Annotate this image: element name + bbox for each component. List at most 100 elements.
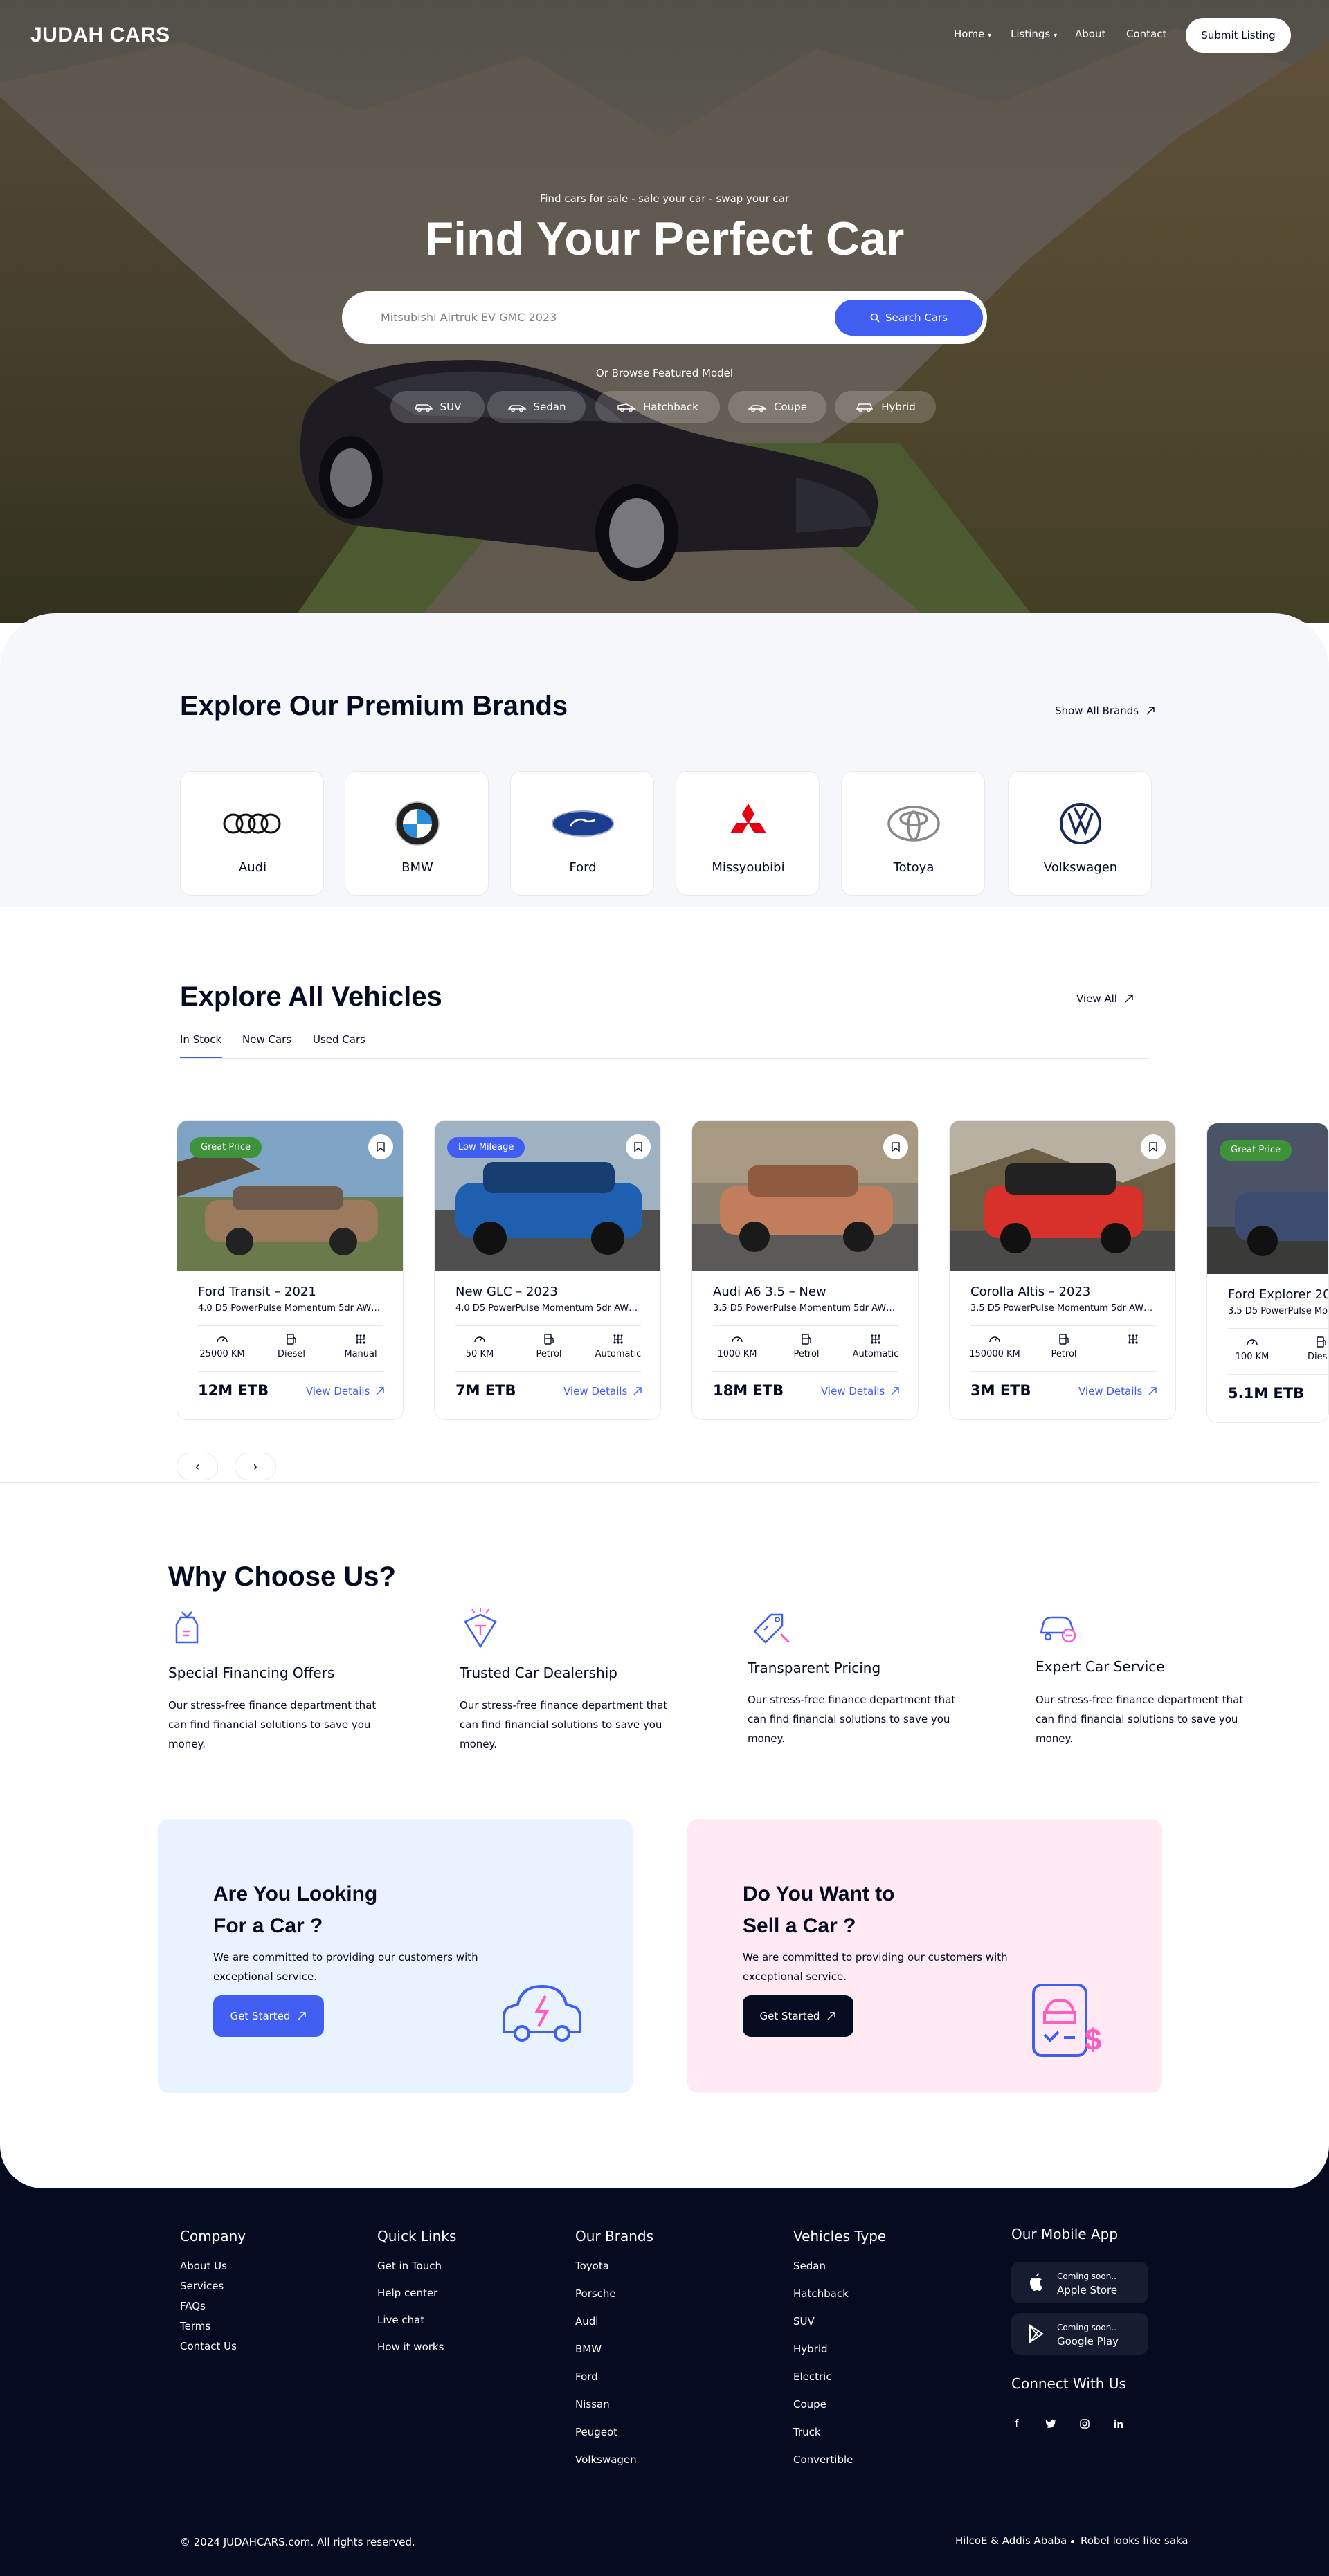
nav-home[interactable]: Home ▾ — [954, 28, 991, 40]
vehicle-card[interactable]: Low Mileage New GLC – 2023 4.0 D5 PowerP… — [434, 1120, 661, 1420]
tab-used-cars[interactable]: Used Cars — [313, 1033, 365, 1046]
footer-connect-title: Connect With Us — [1011, 2375, 1126, 2392]
speedometer-icon — [732, 1336, 743, 1343]
footer-link[interactable]: How it works — [377, 2341, 444, 2353]
fuel-spec: Petrol — [1033, 1330, 1095, 1359]
vehicle-spec: 3.5 D5 PowerPulse Momentum 5dr AW… — [1228, 1306, 1328, 1316]
bookmark-button[interactable] — [1141, 1134, 1166, 1159]
site-logo[interactable]: JUDAH CARS — [30, 24, 170, 47]
footer-link[interactable]: Truck — [793, 2426, 821, 2438]
google-play-button[interactable]: Coming soon.. Google Play — [1011, 2313, 1148, 2355]
show-all-brands-link[interactable]: Show All Brands — [1055, 705, 1155, 717]
footer-link[interactable]: Audi — [575, 2315, 598, 2328]
facebook-icon[interactable]: f — [1004, 2411, 1029, 2436]
view-details-link[interactable]: View Details — [1078, 1385, 1157, 1397]
arrow-up-right-icon — [1148, 1387, 1157, 1395]
footer-link[interactable]: Live chat — [377, 2314, 424, 2326]
footer-link[interactable]: SUV — [793, 2315, 815, 2328]
footer-link[interactable]: Volkswagen — [575, 2453, 637, 2466]
fuel-spec: Diesel — [1290, 1332, 1328, 1362]
submit-listing-button[interactable]: Submit Listing — [1186, 18, 1291, 53]
brand-card-audi[interactable]: Audi — [180, 771, 324, 896]
buy-car-promo: Are You Looking For a Car ? We are commit… — [158, 1819, 633, 2093]
carousel-next-button[interactable]: › — [235, 1453, 276, 1480]
footer-link[interactable]: Ford — [575, 2370, 598, 2383]
twitter-icon[interactable] — [1038, 2411, 1063, 2436]
nav-about[interactable]: About — [1075, 28, 1105, 40]
brand-card-volkswagen[interactable]: Volkswagen — [1008, 771, 1152, 896]
brand-card-bmw[interactable]: BMW — [345, 771, 489, 896]
chip-sedan[interactable]: Sedan — [487, 391, 586, 423]
apple-store-button[interactable]: Coming soon.. Apple Store — [1011, 2262, 1148, 2303]
instagram-icon[interactable] — [1072, 2411, 1097, 2436]
tab-in-stock[interactable]: In Stock — [180, 1033, 222, 1046]
search-button[interactable]: Search Cars — [835, 300, 983, 336]
chip-hybrid[interactable]: Hybrid — [835, 391, 936, 423]
arrow-up-right-icon — [827, 2012, 836, 2020]
footer-link[interactable]: Electric — [793, 2370, 832, 2383]
get-started-button[interactable]: Get Started — [213, 1995, 324, 2037]
vehicle-card[interactable]: Audi A6 3.5 – New 3.5 D5 PowerPulse Mome… — [691, 1120, 919, 1420]
search-input[interactable]: Mitsubishi Airtruk EV GMC 2023 — [381, 296, 557, 340]
footer-link[interactable]: Services — [180, 2280, 224, 2292]
fuel-icon — [1317, 1336, 1326, 1348]
toyota-logo-icon — [879, 799, 948, 848]
why-item-desc: Our stress-free finance department that … — [748, 1694, 956, 1745]
get-started-button[interactable]: Get Started — [743, 1995, 853, 2037]
linkedin-icon[interactable] — [1106, 2411, 1131, 2436]
chip-hatchback[interactable]: Hatchback — [595, 391, 720, 423]
footer-company-title: Company — [180, 2228, 246, 2244]
bookmark-button[interactable] — [883, 1134, 908, 1159]
view-all-link[interactable]: View All — [1076, 992, 1134, 1005]
fuel-icon — [544, 1334, 554, 1345]
chip-coupe[interactable]: Coupe — [728, 391, 826, 423]
footer-link[interactable]: Help center — [377, 2287, 437, 2299]
divider — [1228, 1328, 1328, 1329]
arrow-up-right-icon — [1146, 707, 1155, 715]
divider — [198, 1371, 383, 1372]
vehicle-card[interactable]: Corolla Altis – 2023 3.5 D5 PowerPulse M… — [949, 1120, 1176, 1420]
vehicle-spec: 4.0 D5 PowerPulse Momentum 5dr AW… — [198, 1303, 381, 1314]
view-details-link[interactable]: View Details — [821, 1385, 900, 1397]
brand-card-mitsubishi[interactable]: Missyoubibi — [676, 771, 820, 896]
chip-suv[interactable]: SUV — [390, 391, 485, 423]
google-play-icon — [1029, 2324, 1044, 2343]
brand-card-toyota[interactable]: Totoya — [841, 771, 985, 896]
divider — [970, 1325, 1156, 1326]
transmission-spec: Automatic — [587, 1330, 649, 1359]
why-item-title: Expert Car Service — [1036, 1658, 1165, 1675]
vehicles-title: Explore All Vehicles — [180, 981, 442, 1012]
carousel-prev-button[interactable]: ‹ — [177, 1453, 218, 1480]
vehicle-card[interactable]: Great Price Ford Explorer 2023 3.5 D5 Po… — [1206, 1123, 1329, 1423]
footer-link[interactable]: Contact Us — [180, 2340, 237, 2352]
footer-link[interactable]: Convertible — [793, 2453, 853, 2466]
audi-logo-icon — [218, 799, 287, 848]
footer-link[interactable]: Peugeot — [575, 2426, 617, 2438]
footer-link[interactable]: Terms — [180, 2320, 210, 2332]
bookmark-button[interactable] — [626, 1134, 651, 1159]
footer-link[interactable]: Get in Touch — [377, 2260, 442, 2272]
tab-new-cars[interactable]: New Cars — [242, 1033, 291, 1046]
copyright-text: © 2024 JUDAHCARS.com. All rights reserve… — [180, 2536, 415, 2548]
hybrid-icon — [856, 403, 874, 412]
chevron-down-icon: ▾ — [988, 32, 992, 39]
nav-contact[interactable]: Contact — [1126, 28, 1166, 40]
nav-listings[interactable]: Listings ▾ — [1011, 28, 1057, 40]
bookmark-button[interactable] — [368, 1134, 393, 1159]
vehicle-card[interactable]: Great Price Ford Transit – 2021 4.0 D5 P… — [177, 1120, 404, 1420]
volkswagen-logo-icon — [1046, 799, 1115, 848]
view-details-link[interactable]: View Details — [306, 1385, 385, 1397]
divider — [713, 1325, 898, 1326]
footer-link[interactable]: Porsche — [575, 2287, 616, 2300]
footer-link[interactable]: Hybrid — [793, 2343, 828, 2355]
footer-link[interactable]: Sedan — [793, 2260, 826, 2272]
footer-link[interactable]: About Us — [180, 2260, 227, 2272]
brand-card-ford[interactable]: Ford — [510, 771, 654, 896]
footer-link[interactable]: Toyota — [575, 2260, 609, 2272]
footer-link[interactable]: Coupe — [793, 2398, 826, 2411]
footer-link[interactable]: Nissan — [575, 2398, 610, 2411]
footer-link[interactable]: Hatchback — [793, 2287, 849, 2300]
view-details-link[interactable]: View Details — [563, 1385, 642, 1397]
footer-link[interactable]: FAQs — [180, 2300, 206, 2312]
footer-link[interactable]: BMW — [575, 2343, 602, 2355]
